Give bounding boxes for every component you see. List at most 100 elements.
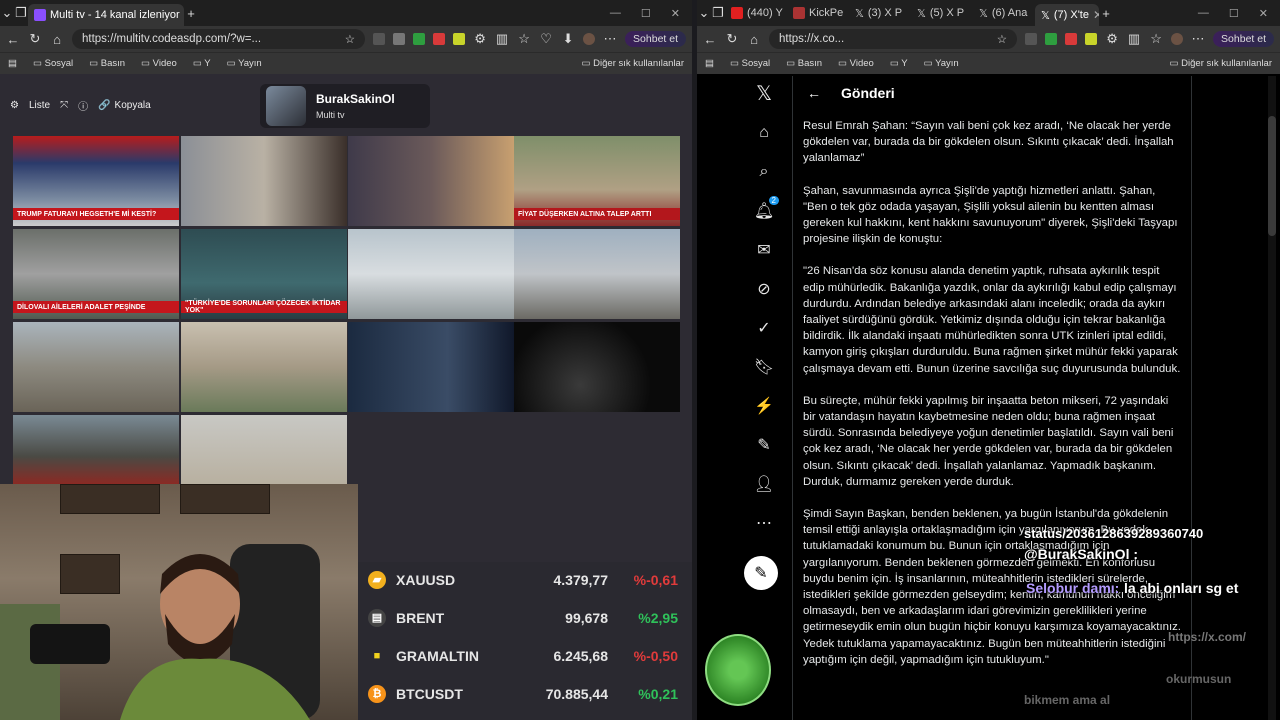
extension-icon[interactable] — [433, 33, 446, 45]
profile-avatar[interactable] — [583, 33, 596, 45]
workspaces-icon[interactable]: ❐ — [14, 5, 28, 21]
favorites-icon[interactable]: ☆ — [517, 31, 531, 47]
video-tile[interactable] — [348, 322, 514, 412]
other-bookmarks[interactable]: ▭ Diğer sık kullanılanlar — [1170, 58, 1272, 69]
close-window-icon[interactable]: ✕ — [1259, 7, 1268, 20]
video-tile[interactable]: TRUMP FATURAYI HEGSETH'E Mİ KESTİ? — [13, 136, 179, 226]
close-window-icon[interactable]: ✕ — [671, 7, 680, 20]
tab-youtube[interactable]: (440) Y — [725, 2, 787, 24]
bookmark-y[interactable]: ▭ Y — [193, 58, 211, 69]
video-tile[interactable] — [181, 322, 347, 412]
extension-icon[interactable] — [1045, 33, 1058, 45]
extension-icon[interactable] — [413, 33, 426, 45]
messages-icon[interactable]: ✉ — [755, 241, 773, 259]
copy-button[interactable]: 🔗 Kopyala — [98, 100, 151, 111]
scrollbar[interactable] — [1268, 76, 1276, 720]
refresh-icon[interactable]: ↻ — [28, 31, 42, 47]
new-tab-icon[interactable]: + — [184, 6, 198, 21]
video-tile[interactable]: DİLOVALI AİLELERİ ADALET PEŞİNDE — [13, 229, 179, 319]
more-icon[interactable]: ⋯ — [1191, 31, 1205, 47]
grok-icon[interactable]: ⊘ — [755, 280, 773, 298]
sidebar-icon[interactable]: ▤ — [8, 58, 17, 69]
bookmark-sosyal[interactable]: ▭ Sosyal — [33, 58, 73, 69]
tab-x-active[interactable]: 𝕏 (7) X'te ✕ — [1035, 4, 1099, 26]
list-button[interactable]: Liste — [29, 100, 50, 111]
extension-icon[interactable] — [393, 33, 406, 45]
tab-multitv[interactable]: Multi tv - 14 kanal izleniyor ✕ — [28, 4, 184, 26]
post-button[interactable]: ✎ — [744, 556, 778, 590]
maximize-icon[interactable]: ☐ — [1229, 7, 1239, 20]
fullscreen-icon[interactable]: ⤧ — [60, 100, 68, 111]
tab-x-2[interactable]: 𝕏 (5) X P — [911, 2, 973, 24]
extension-icon[interactable] — [1025, 33, 1038, 45]
create-space-icon[interactable]: ✎ — [755, 436, 773, 454]
home-icon[interactable]: ⌂ — [50, 32, 64, 47]
tab-x-1[interactable]: 𝕏 (3) X P — [849, 2, 911, 24]
overlay-faded-text: https://x.com/ — [1168, 630, 1247, 644]
bookmark-yayin[interactable]: ▭ Yayın — [924, 58, 959, 69]
sidebar-icon[interactable]: ▤ — [705, 58, 714, 69]
bookmark-basin[interactable]: ▭ Basın — [786, 58, 822, 69]
extension-icon[interactable] — [453, 33, 466, 45]
video-tile[interactable] — [13, 415, 179, 484]
bookmarks-icon[interactable]: 🔖︎ — [754, 358, 774, 376]
extension-icon[interactable] — [1065, 33, 1078, 45]
other-bookmarks[interactable]: ▭ Diğer sık kullanılanlar — [582, 58, 684, 69]
minimize-icon[interactable]: — — [1198, 7, 1209, 20]
home-icon[interactable]: ⌂ — [747, 32, 761, 47]
search-icon[interactable]: ⌕ — [755, 163, 773, 181]
new-tab-icon[interactable]: + — [1099, 6, 1113, 21]
workspaces-icon[interactable]: ❐ — [711, 5, 725, 21]
profile-avatar[interactable] — [1171, 33, 1184, 45]
favorites-icon[interactable]: ☆ — [1149, 31, 1163, 47]
more-icon[interactable]: ⋯ — [603, 31, 617, 47]
info-icon[interactable]: ⓘ — [78, 98, 88, 113]
bookmark-yayin[interactable]: ▭ Yayın — [227, 58, 262, 69]
notifications-icon[interactable]: 🔔︎ 2 — [754, 196, 779, 220]
collections-icon[interactable]: ♡ — [539, 31, 553, 47]
back-icon[interactable]: ← — [807, 85, 821, 101]
tab-list-icon[interactable]: ⌄ — [0, 5, 14, 21]
video-tile[interactable] — [348, 229, 514, 319]
address-bar[interactable]: https://x.co... ☆ — [769, 29, 1018, 49]
bookmark-sosyal[interactable]: ▭ Sosyal — [730, 58, 770, 69]
copilot-chat-button[interactable]: Sohbet et — [1213, 31, 1274, 47]
business-icon[interactable]: ⚡ — [754, 397, 774, 415]
video-tile[interactable] — [181, 415, 347, 484]
extension-icon[interactable] — [373, 33, 386, 45]
home-icon[interactable]: ⌂ — [755, 124, 773, 142]
video-tile[interactable]: "TÜRKİYE'DE SORUNLARI ÇÖZECEK İKTİDAR YO… — [181, 229, 347, 319]
tab-x-3[interactable]: 𝕏 (6) Ana — [973, 2, 1035, 24]
channel-card[interactable]: BurakSakinOl Multi tv — [260, 84, 430, 128]
bookmark-video[interactable]: ▭ Video — [838, 58, 874, 69]
video-tile[interactable] — [181, 136, 347, 226]
tab-kick[interactable]: KickPe — [787, 2, 849, 24]
address-bar[interactable]: https://multitv.codeasdp.com/?w=... ☆ — [72, 29, 366, 49]
tab-list-icon[interactable]: ⌄ — [697, 5, 711, 21]
copilot-chat-button[interactable]: Sohbet et — [625, 31, 686, 47]
settings-icon[interactable]: ⚙ — [473, 31, 487, 47]
bookmark-video[interactable]: ▭ Video — [141, 58, 177, 69]
refresh-icon[interactable]: ↻ — [725, 31, 739, 47]
video-tile[interactable] — [514, 229, 680, 319]
back-icon[interactable]: ← — [703, 32, 717, 47]
downloads-icon[interactable]: ⬇ — [561, 31, 575, 47]
video-tile[interactable] — [348, 136, 514, 226]
settings-button[interactable]: ⚙ — [10, 100, 19, 111]
video-tile[interactable] — [13, 322, 179, 412]
split-screen-icon[interactable]: ▥ — [495, 31, 509, 47]
verified-icon[interactable]: ✓ — [755, 319, 773, 337]
bookmark-y[interactable]: ▭ Y — [890, 58, 908, 69]
more-icon[interactable]: ⋯ — [755, 514, 773, 532]
x-logo-icon[interactable]: 𝕏 — [755, 83, 773, 105]
maximize-icon[interactable]: ☐ — [641, 7, 651, 20]
profile-icon[interactable]: 👤︎ — [754, 475, 774, 493]
video-tile[interactable] — [514, 322, 680, 412]
split-screen-icon[interactable]: ▥ — [1127, 31, 1141, 47]
settings-icon[interactable]: ⚙ — [1105, 31, 1119, 47]
minimize-icon[interactable]: — — [610, 7, 621, 20]
back-icon[interactable]: ← — [6, 32, 20, 47]
bookmark-basin[interactable]: ▭ Basın — [89, 58, 125, 69]
video-tile[interactable]: FİYAT DÜŞERKEN ALTINA TALEP ARTTI — [514, 136, 680, 226]
extension-icon[interactable] — [1085, 33, 1098, 45]
